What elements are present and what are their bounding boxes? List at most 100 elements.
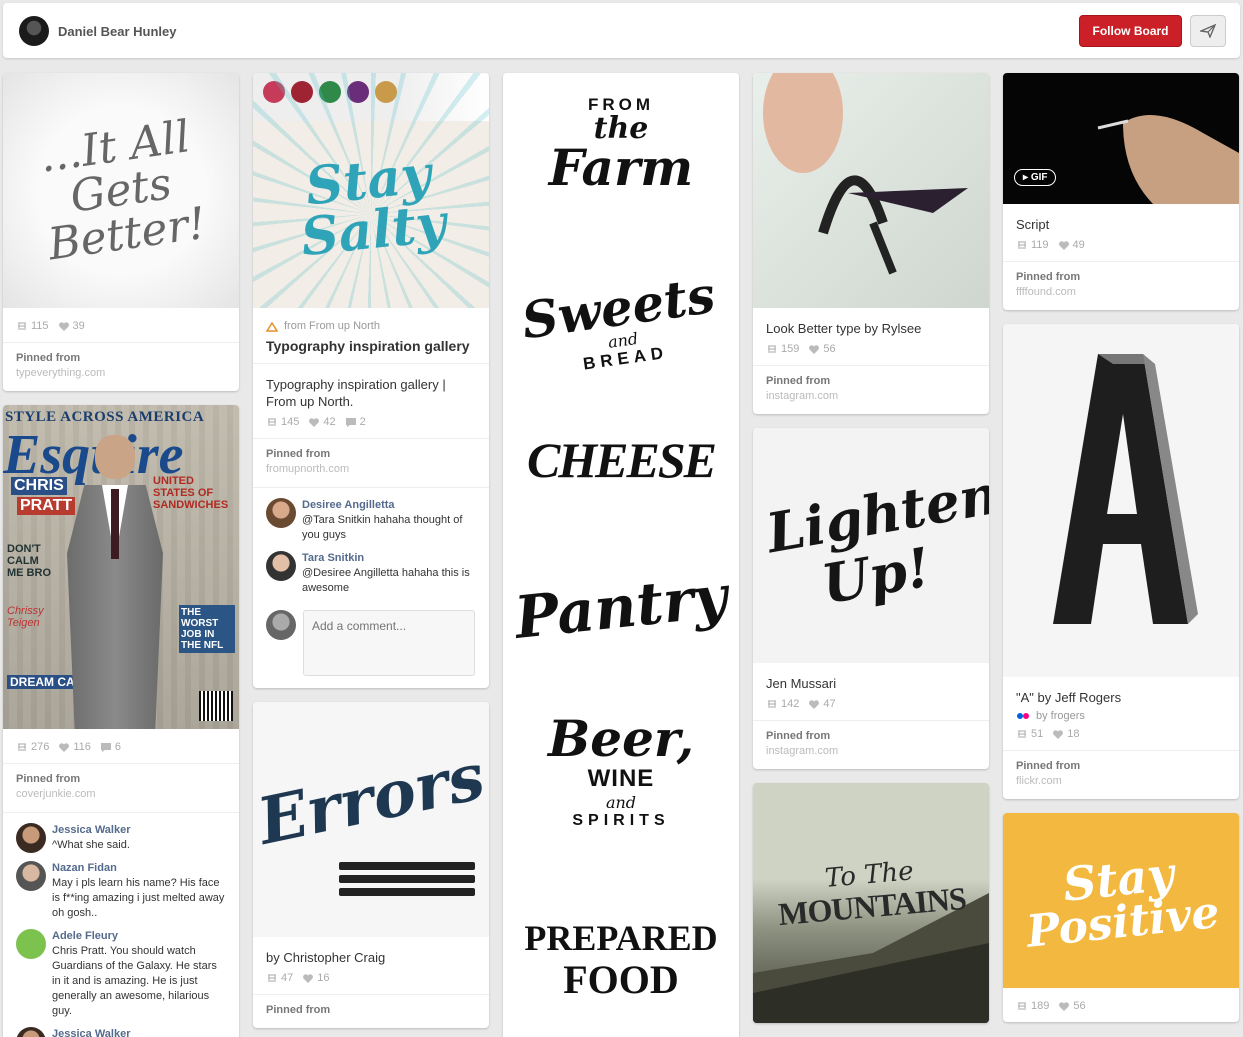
pinned-from[interactable]: Pinned from coverjunkie.com: [3, 764, 239, 812]
pinned-from[interactable]: Pinned from typeverything.com: [3, 343, 239, 391]
commenter-avatar[interactable]: [16, 929, 46, 959]
pin-description: Jen Mussari: [766, 676, 837, 691]
commenter-avatar[interactable]: [16, 823, 46, 853]
add-comment: [253, 610, 489, 688]
pin-image[interactable]: Errors: [253, 702, 489, 937]
repin-icon: [18, 742, 26, 751]
pin-image[interactable]: [1003, 324, 1239, 677]
pinned-from[interactable]: Pinned from fromupnorth.com: [253, 439, 489, 487]
pin-column-4: Look Better type by Rylsee 159 56 Pinned…: [753, 73, 989, 1037]
like-count: 56: [808, 343, 836, 355]
pin-it-all-gets-better[interactable]: ...It All Gets Better! 115 39 Pinned fro…: [3, 73, 239, 391]
pinned-from-label: Pinned from: [16, 352, 81, 364]
lettering-art: CHEESE: [526, 432, 717, 488]
pin-image[interactable]: Stay Salty: [253, 73, 489, 308]
pin-rich-title[interactable]: Typography inspiration gallery: [253, 332, 489, 363]
source-by-text[interactable]: by frogers: [1036, 710, 1085, 722]
lettering-art: Pantry: [511, 562, 731, 652]
commenter-name[interactable]: Jessica Walker: [52, 1027, 130, 1037]
pinned-from-label: Pinned from: [266, 448, 331, 460]
pinned-source[interactable]: typeverything.com: [16, 366, 226, 381]
current-user-avatar: [266, 610, 296, 640]
pin-errors[interactable]: Errors by Christopher Craig 47 16 Pinned…: [253, 702, 489, 1028]
pin-image[interactable]: Lighten Up!: [753, 428, 989, 663]
repin-icon: [18, 321, 26, 330]
cover-text: PRATT: [17, 497, 76, 515]
pin-esquire-cover[interactable]: STYLE ACROSS AMERICA Esquire CHRIS PRATT…: [3, 405, 239, 1037]
pinned-source[interactable]: coverjunkie.com: [16, 787, 226, 802]
pin-image[interactable]: ▸ GIF: [1003, 73, 1239, 204]
add-comment-input[interactable]: [303, 610, 475, 676]
commenter-avatar[interactable]: [16, 861, 46, 891]
pin-lighten-up[interactable]: Lighten Up! Jen Mussari 142 47 Pinned fr…: [753, 428, 989, 769]
pinned-from[interactable]: Pinned from flickr.com: [1003, 751, 1239, 799]
pinned-source[interactable]: instagram.com: [766, 744, 976, 759]
pin-script-gif[interactable]: ▸ GIF Script 119 49 Pinned from ffffound…: [1003, 73, 1239, 310]
cover-text: UNITED STATES OF SANDWICHES: [153, 475, 229, 511]
pinned-from-label: Pinned from: [766, 730, 831, 742]
pinned-from[interactable]: Pinned from ffffound.com: [1003, 262, 1239, 310]
send-button[interactable]: [1190, 15, 1226, 47]
pin-image[interactable]: To The MOUNTAINS: [753, 783, 989, 1023]
commenter-avatar[interactable]: [266, 498, 296, 528]
source-from-text[interactable]: from From up North: [284, 320, 380, 332]
follow-board-button[interactable]: Follow Board: [1079, 15, 1182, 47]
heart-icon: [1053, 729, 1064, 739]
owner-avatar[interactable]: [19, 16, 49, 46]
cover-text: THE WORST JOB IN THE NFL: [179, 605, 235, 653]
commenter-name[interactable]: Jessica Walker: [52, 823, 130, 838]
commenter-name[interactable]: Desiree Angilletta: [302, 498, 476, 513]
pinned-from-label: Pinned from: [766, 375, 831, 387]
pin-description: "A" by Jeff Rogers: [1016, 690, 1122, 705]
comment-list: Desiree Angilletta @Tara Snitkin hahaha t…: [253, 488, 489, 610]
owner-name[interactable]: Daniel Bear Hunley: [58, 24, 177, 39]
heart-icon: [1058, 240, 1069, 250]
pin-image[interactable]: FROM the Farm Sweets and BREAD CHEESE Pa…: [503, 73, 739, 1037]
repin-icon: [268, 417, 276, 426]
lettering-art: [1053, 354, 1198, 624]
pin-food-lettering[interactable]: FROM the Farm Sweets and BREAD CHEESE Pa…: [503, 73, 739, 1037]
pin-source-line[interactable]: by frogers: [1003, 706, 1239, 722]
commenter-name[interactable]: Adele Fleury: [52, 929, 226, 944]
pinned-source[interactable]: instagram.com: [766, 389, 976, 404]
pin-stay-positive[interactable]: Stay Positive 189 56: [1003, 813, 1239, 1022]
repin-icon: [768, 699, 776, 708]
pin-source-line[interactable]: from From up North: [253, 308, 489, 332]
pin-image[interactable]: ...It All Gets Better!: [3, 73, 239, 308]
pin-stay-salty[interactable]: Stay Salty from From up North Typography…: [253, 73, 489, 688]
pin-stats: 119 49: [1003, 233, 1239, 261]
commenter-name[interactable]: Tara Snitkin: [302, 551, 476, 566]
pinned-from[interactable]: Pinned from: [253, 995, 489, 1028]
pinned-from-label: Pinned from: [266, 1004, 331, 1016]
commenter-avatar[interactable]: [16, 1027, 46, 1037]
pinned-source[interactable]: ffffound.com: [1016, 285, 1226, 300]
like-count: 16: [302, 972, 330, 984]
commenter-avatar[interactable]: [266, 551, 296, 581]
pinned-from[interactable]: Pinned from instagram.com: [753, 366, 989, 414]
pin-image[interactable]: STYLE ACROSS AMERICA Esquire CHRIS PRATT…: [3, 405, 239, 729]
comment-list: Jessica Walker ^What she said. Nazan Fida…: [3, 813, 239, 1037]
board-owner[interactable]: Daniel Bear Hunley: [19, 16, 177, 46]
gif-badge[interactable]: ▸ GIF: [1014, 169, 1057, 186]
pinned-source[interactable]: flickr.com: [1016, 774, 1226, 789]
heart-icon: [809, 344, 820, 354]
pin-image[interactable]: [753, 73, 989, 308]
repin-count: 276: [16, 741, 49, 753]
pin-to-the-mountains[interactable]: To The MOUNTAINS: [753, 783, 989, 1023]
repin-icon: [768, 344, 776, 353]
pin-stats: 276 116 6: [3, 729, 239, 763]
board-header: Daniel Bear Hunley Follow Board: [3, 3, 1240, 58]
pin-image[interactable]: Stay Positive: [1003, 813, 1239, 988]
pin-letter-a[interactable]: "A" by Jeff Rogers by frogers 51 18 Pinn…: [1003, 324, 1239, 799]
pin-look-better[interactable]: Look Better type by Rylsee 159 56 Pinned…: [753, 73, 989, 414]
heart-icon: [1059, 1001, 1070, 1011]
pinned-from[interactable]: Pinned from instagram.com: [753, 721, 989, 769]
commenter-name[interactable]: Nazan Fidan: [52, 861, 226, 876]
lettering-art: FROM the Farm: [548, 95, 694, 197]
pin-stats: 47 16: [253, 966, 489, 994]
pinned-source[interactable]: fromupnorth.com: [266, 462, 476, 477]
like-count: 49: [1058, 239, 1085, 251]
comment-text: Chris Pratt. You should watch Guardians …: [52, 945, 217, 1017]
cover-figure: [95, 435, 135, 479]
pinned-from-label: Pinned from: [16, 773, 81, 785]
